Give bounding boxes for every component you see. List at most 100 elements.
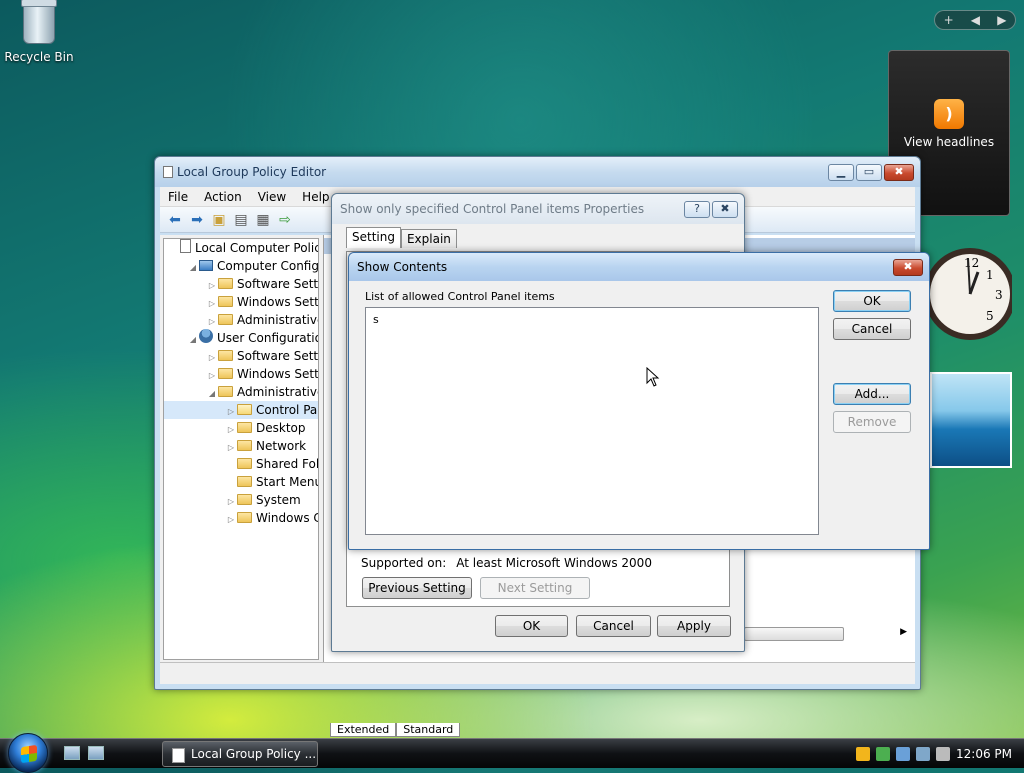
show-contents-titlebar[interactable]: Show Contents ✖	[349, 253, 929, 281]
show-contents-title: Show Contents	[357, 260, 448, 274]
tree-node[interactable]: ▷Software Settings	[164, 347, 318, 365]
props-close-button[interactable]: ✖	[712, 200, 738, 218]
show-contents-dialog[interactable]: Show Contents ✖ List of allowed Control …	[348, 252, 930, 550]
clock-numeral: 12	[964, 256, 979, 270]
add-item-button[interactable]: Add...	[833, 383, 911, 405]
clock[interactable]: 12:06 PM	[956, 747, 1012, 761]
folder-icon	[237, 458, 252, 469]
help-button[interactable]: ?	[684, 200, 710, 218]
tree-node[interactable]: ▷ System	[164, 491, 318, 509]
sidebar-controls[interactable]: + ◀ ▶	[934, 10, 1016, 30]
tree-node[interactable]: ▷ Desktop	[164, 419, 318, 437]
menu-view[interactable]: View	[250, 190, 294, 204]
tree-node-label: Windows Setting	[237, 295, 319, 309]
tree-node[interactable]: ▷ Windows Cor	[164, 509, 318, 527]
folder-icon	[218, 368, 233, 379]
tree-node-label: Control Panel	[256, 403, 318, 417]
recycle-bin-shortcut[interactable]: Recycle Bin	[4, 0, 74, 64]
props-ok-button[interactable]: OK	[495, 615, 568, 637]
props-apply-button[interactable]: Apply	[657, 615, 731, 637]
back-arrow-icon[interactable]: ⬅	[166, 211, 184, 229]
doc-icon	[180, 239, 191, 253]
add-gadget-icon[interactable]: +	[944, 13, 954, 27]
folder-icon	[237, 440, 252, 451]
tab-explain[interactable]: Explain	[400, 229, 457, 248]
tree-node-label: Administrative Te	[237, 385, 319, 399]
network-icon[interactable]	[916, 747, 930, 761]
start-button[interactable]	[8, 733, 48, 773]
defender-icon[interactable]	[876, 747, 890, 761]
switch-windows-icon[interactable]	[88, 746, 104, 760]
tab-standard[interactable]: Standard	[396, 723, 461, 737]
forward-arrow-icon[interactable]: ➡	[188, 211, 206, 229]
remove-item-button[interactable]: Remove	[833, 411, 911, 433]
tree-node[interactable]: ▷Windows Setting	[164, 293, 318, 311]
tree-node[interactable]: ◢ User Configuration	[164, 329, 318, 347]
supported-on: Supported on: At least Microsoft Windows …	[361, 556, 652, 570]
taskbar: Local Group Policy ... 12:06 PM	[0, 733, 1024, 773]
tree-node[interactable]: ▷Control Panel	[164, 401, 318, 419]
close-button[interactable]: ✖	[884, 163, 914, 181]
up-folder-icon[interactable]: ▣	[210, 211, 228, 229]
next-setting-button[interactable]: Next Setting	[480, 577, 590, 599]
tree-node[interactable]: Start Menu ar	[164, 473, 318, 491]
show-cancel-button[interactable]: Cancel	[833, 318, 911, 340]
show-ok-button[interactable]: OK	[833, 290, 911, 312]
clock-gadget[interactable]: 1 3 5 12	[920, 232, 1012, 356]
tree-node[interactable]: ▷Software Settings	[164, 275, 318, 293]
gpe-titlebar[interactable]: Local Group Policy Editor ▁ ▭ ✖	[155, 157, 920, 187]
prev-gadgets-icon[interactable]: ◀	[971, 13, 980, 27]
show-hide-tree-icon[interactable]: ▤	[232, 211, 250, 229]
previous-setting-button[interactable]: Previous Setting	[362, 577, 472, 599]
folder-icon	[237, 512, 252, 523]
allowed-items-list[interactable]: s	[365, 307, 819, 535]
tree-node[interactable]: ▷ Network	[164, 437, 318, 455]
mouse-cursor-icon	[646, 367, 660, 387]
pane-scroll-thumb[interactable]	[744, 627, 844, 641]
menu-action[interactable]: Action	[196, 190, 250, 204]
pane-scroll-right-icon[interactable]: ▶	[900, 627, 907, 637]
tree-node[interactable]: ▷Windows Setting	[164, 365, 318, 383]
folder-icon	[237, 476, 252, 487]
tree-node[interactable]: ◢Administrative Te	[164, 383, 318, 401]
folder-icon	[237, 494, 252, 505]
next-gadgets-icon[interactable]: ▶	[997, 13, 1006, 27]
supported-value: At least Microsoft Windows 2000	[456, 556, 652, 570]
folder-icon	[218, 314, 233, 325]
tree-node-label: User Configuration	[217, 331, 319, 345]
export-list-icon[interactable]: ⇨	[276, 211, 294, 229]
feed-label: View headlines	[903, 135, 995, 149]
slideshow-gadget[interactable]	[930, 372, 1012, 468]
tree-node[interactable]: ▷Administrative Te	[164, 311, 318, 329]
folder-icon	[218, 296, 233, 307]
security-shield-icon[interactable]	[856, 747, 870, 761]
allowed-items-label: List of allowed Control Panel items	[365, 290, 555, 303]
maximize-button[interactable]: ▭	[856, 163, 882, 181]
props-cancel-button[interactable]: Cancel	[576, 615, 651, 637]
taskbar-item-gpe[interactable]: Local Group Policy ...	[162, 741, 318, 767]
show-contents-close-button[interactable]: ✖	[893, 258, 923, 276]
tree-node[interactable]: Local Computer Policy	[164, 239, 318, 257]
list-item[interactable]: s	[373, 313, 811, 326]
show-desktop-icon[interactable]	[64, 746, 80, 760]
menu-file[interactable]: File	[160, 190, 196, 204]
tab-setting[interactable]: Setting	[346, 227, 401, 248]
properties-icon[interactable]: ▦	[254, 211, 272, 229]
tree-node-label: Windows Setting	[237, 367, 319, 381]
tree-node-label: Network	[256, 439, 307, 453]
sync-icon[interactable]	[896, 747, 910, 761]
expand-arrow-icon[interactable]: ▷	[225, 511, 237, 529]
tree-node-label: Software Settings	[237, 277, 319, 291]
props-titlebar[interactable]: Show only specified Control Panel items …	[332, 194, 744, 224]
tree-node[interactable]: Shared Folder	[164, 455, 318, 473]
folder-icon	[218, 278, 233, 289]
minimize-button[interactable]: ▁	[828, 163, 854, 181]
tree-node-label: Administrative Te	[237, 313, 319, 327]
folder-icon	[237, 404, 252, 415]
tree-node[interactable]: ◢Computer Configura	[164, 257, 318, 275]
volume-muted-icon[interactable]	[936, 747, 950, 761]
comp-icon	[199, 260, 213, 271]
tab-extended[interactable]: Extended	[330, 723, 397, 737]
tree-node-label: Windows Cor	[256, 511, 318, 525]
folder-icon	[218, 350, 233, 361]
